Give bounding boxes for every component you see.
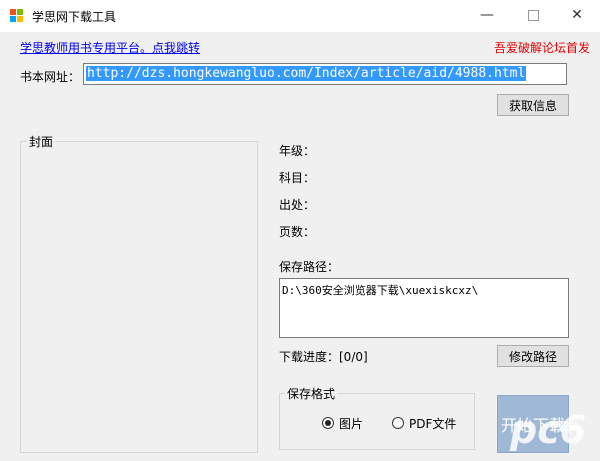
maximize-icon — [527, 9, 539, 21]
save-path-field[interactable]: D:\360安全浏览器下载\xuexiskcxz\ — [279, 278, 569, 338]
radio-selected-dot — [325, 420, 331, 426]
save-path-value: D:\360安全浏览器下载\xuexiskcxz\ — [282, 284, 479, 297]
radio-image[interactable] — [322, 417, 334, 429]
url-input[interactable]: http://dzs.hongkewangluo.com/Index/artic… — [83, 63, 567, 85]
close-button[interactable]: ✕ — [554, 0, 600, 30]
format-group-title: 保存格式 — [285, 385, 338, 402]
cover-group — [20, 141, 258, 453]
close-icon: ✕ — [571, 7, 583, 23]
cover-group-title: 封面 — [27, 133, 56, 150]
subject-label: 科目： — [279, 171, 316, 185]
window-title: 学思网下载工具 — [32, 10, 117, 24]
platform-link[interactable]: 学思教师用书专用平台。点我跳转 — [20, 39, 200, 56]
change-path-button[interactable]: 修改路径 — [497, 345, 569, 367]
url-input-value: http://dzs.hongkewangluo.com/Index/artic… — [86, 66, 527, 81]
radio-pdf-label: PDF文件 — [409, 417, 457, 431]
title-bar: 学思网下载工具 — ✕ — [0, 0, 600, 32]
source-label: 出处： — [279, 198, 316, 212]
grade-label: 年级： — [279, 144, 316, 158]
pages-label: 页数： — [279, 225, 316, 239]
watermark-sub: 下载站 — [548, 422, 578, 433]
save-path-label: 保存路径： — [279, 260, 340, 274]
fetch-info-button[interactable]: 获取信息 — [497, 94, 569, 116]
radio-image-label: 图片 — [339, 417, 364, 431]
minimize-icon: — — [480, 7, 494, 23]
maximize-button[interactable] — [510, 0, 556, 30]
radio-pdf[interactable] — [392, 417, 404, 429]
forum-credit-text: 吾爱破解论坛首发 — [493, 41, 590, 55]
progress-label: 下载进度：[0/0] — [279, 350, 368, 364]
minimize-button[interactable]: — — [464, 0, 510, 30]
url-label: 书本网址： — [20, 70, 81, 84]
app-logo-icon — [10, 9, 24, 23]
